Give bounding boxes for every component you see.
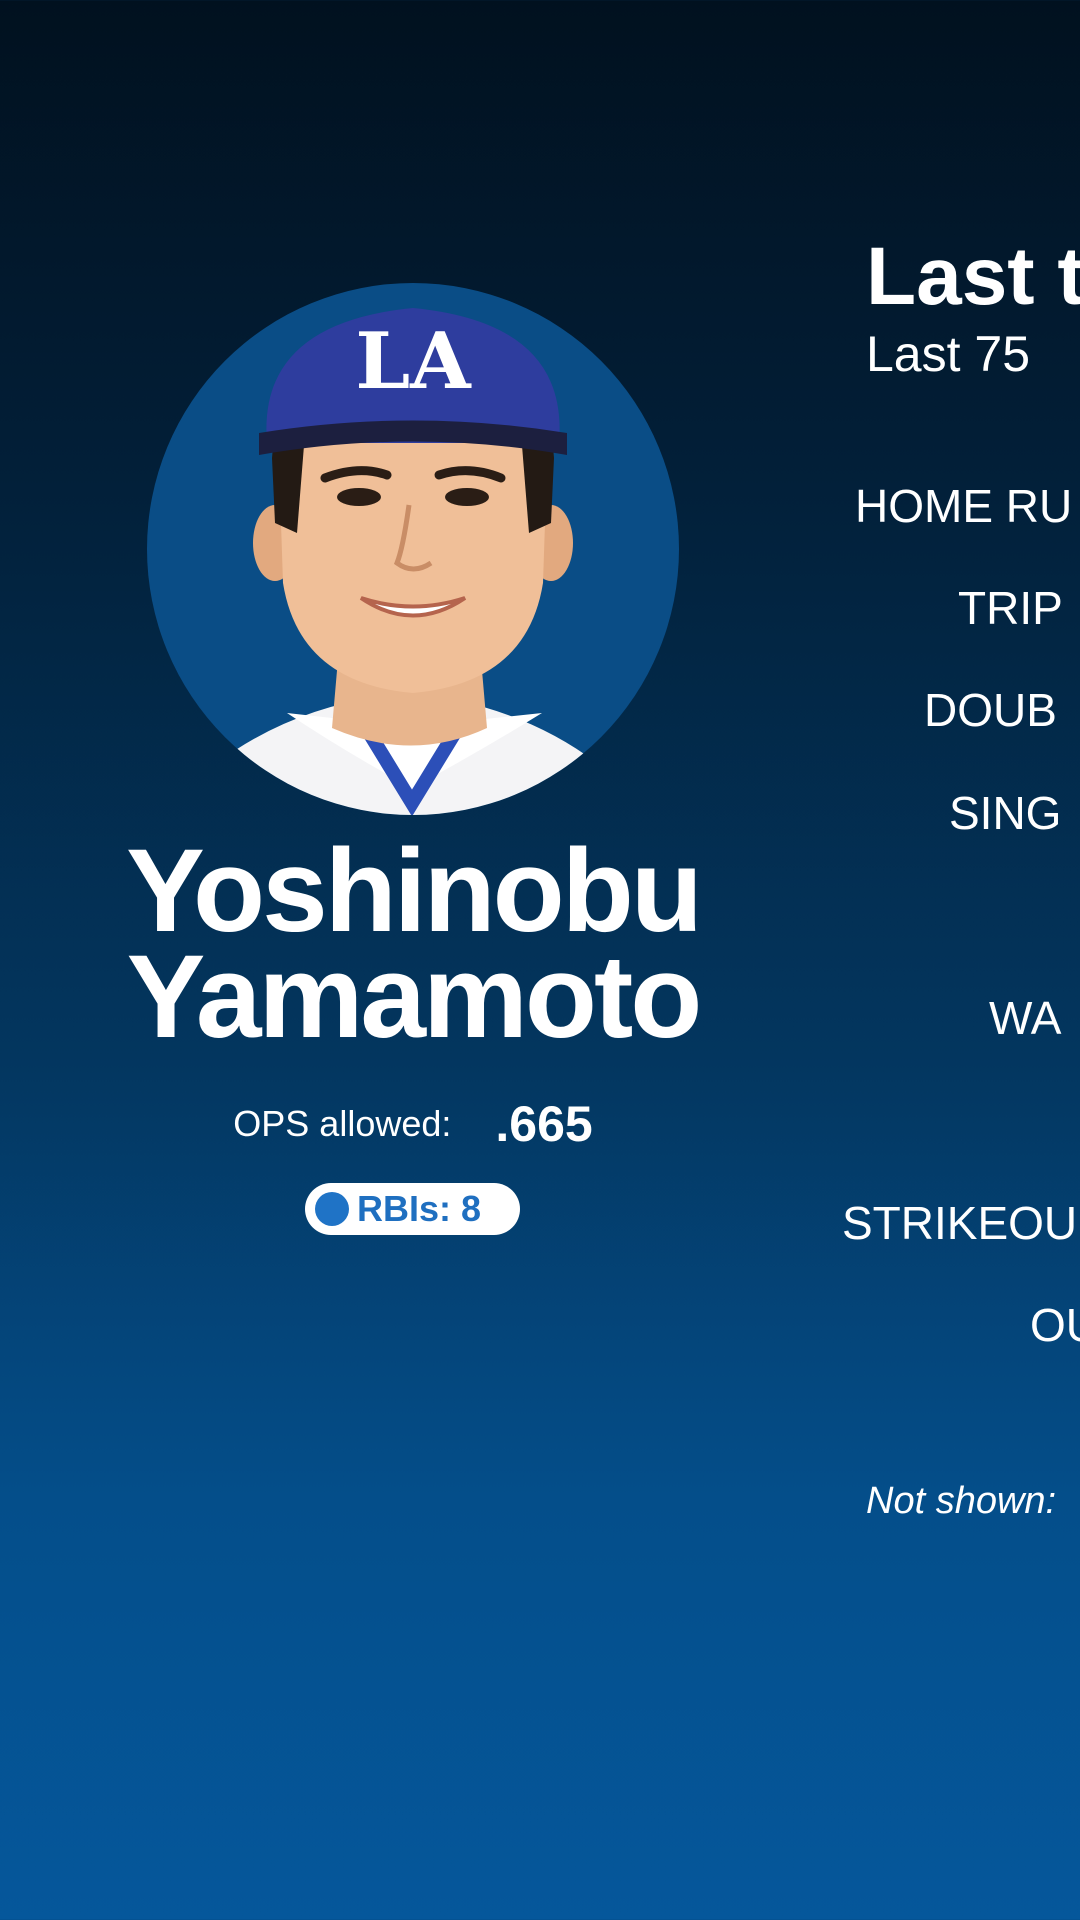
- panel-title: Last t: [866, 231, 1080, 322]
- ops-row: OPS allowed: .665: [0, 1095, 826, 1153]
- player-last-name: Yamamoto: [126, 931, 703, 1063]
- player-photo: LA: [210, 308, 604, 815]
- stat-label-strikeouts: STRIKEOU: [842, 1197, 1078, 1249]
- rbi-badge: RBIs: 8: [305, 1183, 520, 1235]
- panel-subtitle: Last 75: [866, 326, 1031, 382]
- stat-label-walks: WA: [989, 992, 1062, 1044]
- stat-label-triples: TRIP: [958, 582, 1063, 634]
- player-name: Yoshinobu Yamamoto: [0, 825, 826, 1063]
- ops-label: OPS allowed:: [233, 1103, 452, 1144]
- rbi-dot-icon: [315, 1192, 349, 1226]
- rbi-text: RBIs: 8: [357, 1188, 482, 1229]
- stat-label-home-runs: HOME RU: [855, 480, 1073, 532]
- ops-value: .665: [495, 1096, 593, 1152]
- stat-label-outs: OU: [1030, 1299, 1080, 1351]
- stat-label-doubles: DOUB: [924, 684, 1057, 736]
- player-avatar: LA: [147, 283, 679, 815]
- cap-logo: LA: [355, 316, 472, 407]
- player-first-name: Yoshinobu: [126, 825, 703, 957]
- footnote: Not shown:: [866, 1480, 1057, 1522]
- stat-label-singles: SING: [949, 787, 1062, 839]
